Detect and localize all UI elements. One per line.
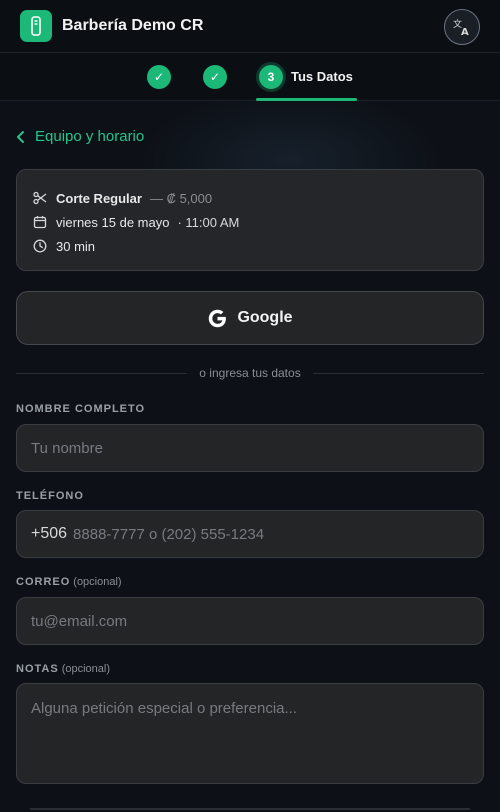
- name-label: NOMBRE COMPLETO: [16, 403, 145, 415]
- clipper-icon: [20, 10, 52, 42]
- notes-label-text: NOTAS: [16, 663, 59, 675]
- calendar-icon: [33, 216, 47, 229]
- google-button-label: Google: [237, 309, 293, 326]
- service-name: Corte Regular: [56, 190, 142, 206]
- divider-text: o ingresa tus datos: [199, 366, 301, 380]
- step-2-complete[interactable]: ✓: [203, 65, 227, 89]
- step-3-current: 3: [259, 65, 283, 89]
- name-label-text: NOMBRE COMPLETO: [16, 403, 146, 415]
- step-3-label: Tus Datos: [291, 69, 353, 84]
- notes-optional-tag: (opcional): [61, 663, 110, 675]
- or-divider: o ingresa tus datos: [16, 365, 484, 381]
- chevron-left-icon: [17, 130, 24, 143]
- phone-field: +506: [16, 510, 484, 558]
- appointment-duration: 30 min: [56, 238, 96, 254]
- phone-label-text: TELÉFONO: [16, 490, 84, 502]
- active-step-indicator: [256, 98, 357, 101]
- appointment-date: viernes 15 de mayo: [56, 214, 170, 230]
- phone-input[interactable]: [73, 525, 469, 543]
- app-header: Barbería Demo CR 文 A: [0, 0, 500, 53]
- phone-label: TELÉFONO: [16, 490, 84, 502]
- appointment-time: · 11:00 AM: [177, 214, 240, 230]
- notes-label: NOTAS (opcional): [16, 663, 110, 675]
- divider-line-right: [312, 372, 484, 374]
- divider-line-left: [16, 372, 188, 374]
- summary-service-row: Corte Regular — ₡ 5,000: [33, 186, 467, 210]
- service-price: — ₡ 5,000: [149, 190, 213, 206]
- scissors-icon: [33, 191, 47, 205]
- email-label: CORREO (opcional): [16, 576, 122, 588]
- booking-steps: ✓ ✓ 3 Tus Datos: [0, 53, 500, 101]
- summary-date-row: viernes 15 de mayo · 11:00 AM: [33, 210, 467, 234]
- step-1-complete[interactable]: ✓: [147, 65, 171, 89]
- email-input[interactable]: [16, 597, 484, 645]
- business-name: Barbería Demo CR: [62, 17, 204, 34]
- google-signin-button[interactable]: Google: [16, 291, 484, 345]
- back-link-label: Equipo y horario: [35, 128, 145, 145]
- country-code-prefix: +506: [31, 525, 68, 542]
- summary-duration-row: 30 min: [33, 234, 467, 258]
- svg-text:A: A: [461, 27, 469, 36]
- email-optional-tag: (opcional): [73, 576, 122, 588]
- name-input[interactable]: [16, 424, 484, 472]
- back-link[interactable]: Equipo y horario: [16, 128, 144, 145]
- language-toggle-button[interactable]: 文 A: [444, 9, 480, 45]
- clock-icon: [33, 239, 47, 253]
- booking-summary-card: Corte Regular — ₡ 5,000 viernes 15 de ma…: [16, 169, 484, 271]
- notes-textarea[interactable]: [16, 683, 484, 784]
- email-label-text: CORREO: [16, 576, 71, 588]
- translate-icon: 文 A: [453, 18, 469, 36]
- google-icon: [209, 309, 227, 327]
- bottom-edge: [30, 808, 470, 810]
